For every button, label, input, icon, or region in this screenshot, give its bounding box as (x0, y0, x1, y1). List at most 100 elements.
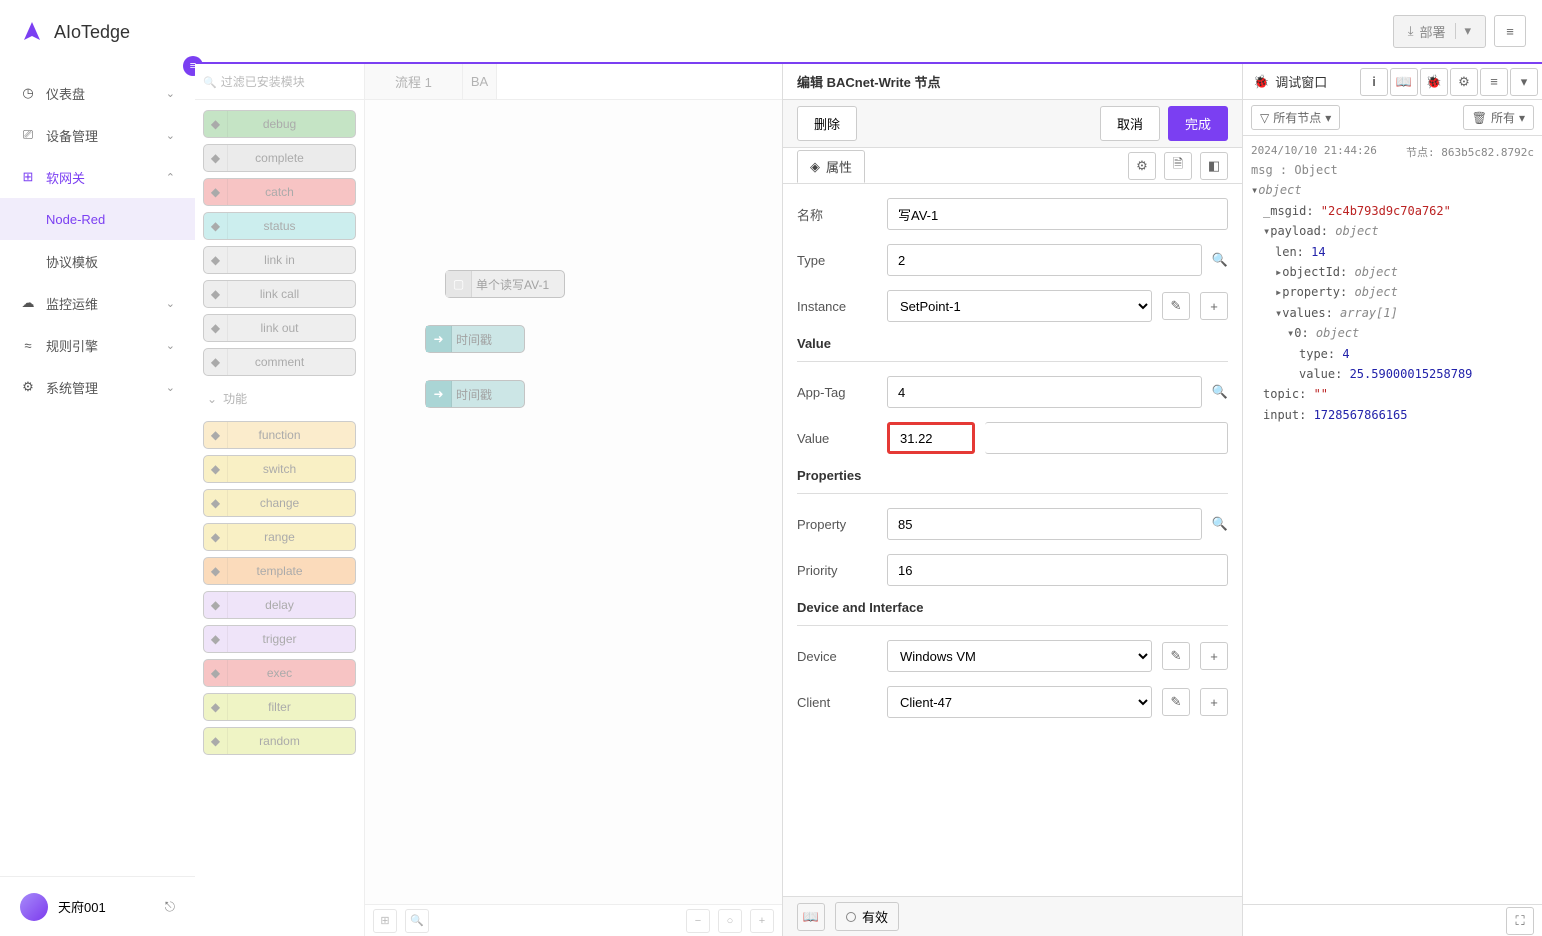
palette-node-delay[interactable]: ◆delay (203, 591, 356, 619)
node-palette: ◆debug ◆complete ◆catch ◆status ◆link in ◆lin… (195, 64, 365, 936)
palette-node-range[interactable]: ◆range (203, 523, 356, 551)
search-icon[interactable]: 🔍 (1212, 252, 1228, 268)
type-input[interactable] (887, 244, 1202, 276)
logout-icon[interactable]: ⎋ (165, 899, 175, 915)
name-input[interactable] (887, 198, 1228, 230)
flow-canvas[interactable]: ▢单个读写AV-1 ➜时间戳 ➜时间戳 (365, 100, 782, 904)
bug-icon: 🐞 (1253, 74, 1269, 90)
palette-node-status[interactable]: ◆status (203, 212, 356, 240)
delete-button[interactable]: 删除 (797, 106, 857, 141)
apptag-input[interactable] (887, 376, 1202, 408)
add-device-icon[interactable]: + (1200, 642, 1228, 670)
cancel-button[interactable]: 取消 (1100, 106, 1160, 141)
palette-node-catch[interactable]: ◆catch (203, 178, 356, 206)
nav-dashboard[interactable]: ◷仪表盘⌄ (0, 72, 195, 114)
done-button[interactable]: 完成 (1168, 106, 1228, 141)
zoom-search-icon[interactable]: 🔍 (405, 909, 429, 933)
nav-monitor[interactable]: ☁监控运维⌄ (0, 282, 195, 324)
palette-node-exec[interactable]: ◆exec (203, 659, 356, 687)
chevron-down-icon: ⌄ (166, 297, 175, 310)
palette-node-random[interactable]: ◆random (203, 727, 356, 755)
node-timestamp-2[interactable]: ➜时间戳 (425, 380, 525, 408)
palette-node-function[interactable]: ◆function (203, 421, 356, 449)
nav-gateway[interactable]: ⊞软网关⌃ (0, 156, 195, 198)
palette-node-trigger[interactable]: ◆trigger (203, 625, 356, 653)
chevron-down-icon: ⌄ (166, 339, 175, 352)
value-input-ext[interactable] (985, 422, 1228, 454)
node-timestamp-1[interactable]: ➜时间戳 (425, 325, 525, 353)
footer-doc-icon[interactable]: 📖 (797, 903, 825, 931)
search-icon[interactable]: 🔍 (1212, 384, 1228, 400)
add-instance-icon[interactable]: + (1200, 292, 1228, 320)
palette-node-comment[interactable]: ◆comment (203, 348, 356, 376)
tab-properties[interactable]: ◈属性 (797, 150, 865, 183)
zoom-out-icon[interactable]: − (686, 909, 710, 933)
enabled-toggle[interactable]: 有效 (835, 902, 899, 931)
client-select[interactable]: Client-47 (887, 686, 1152, 718)
node-read-av1[interactable]: ▢单个读写AV-1 (445, 270, 565, 298)
debug-tab[interactable]: 🐞调试窗口 (1243, 72, 1360, 91)
tab-flow1[interactable]: 流程 1 (365, 64, 463, 99)
expand-icon[interactable]: ⛶ (1506, 907, 1534, 935)
node-type-icon: ◆ (204, 315, 228, 341)
settings-icon[interactable]: ⚙ (1128, 152, 1156, 180)
node-type-icon: ◆ (204, 456, 228, 482)
monitor-icon: ☁ (20, 295, 36, 311)
nav-device[interactable]: ⎚设备管理⌄ (0, 114, 195, 156)
instance-select[interactable]: SetPoint-1 (887, 290, 1152, 322)
tab-partial[interactable]: BA (463, 64, 497, 99)
search-icon[interactable]: 🔍 (1212, 516, 1228, 532)
edit-instance-icon[interactable]: ✎ (1162, 292, 1190, 320)
rules-icon: ≈ (20, 338, 36, 353)
device-select[interactable]: Windows VM (887, 640, 1152, 672)
debug-messages: 2024/10/10 21:44:26节点: 863b5c82.8792c ms… (1243, 136, 1542, 904)
palette-node-link-in[interactable]: ◆link in (203, 246, 356, 274)
palette-node-change[interactable]: ◆change (203, 489, 356, 517)
grid-toggle-icon[interactable]: ⊞ (373, 909, 397, 933)
label-instance: Instance (797, 299, 877, 314)
context-icon[interactable]: ≡ (1480, 68, 1508, 96)
nav-nodered[interactable]: Node-Red (0, 198, 195, 240)
palette-node-debug[interactable]: ◆debug (203, 110, 356, 138)
edit-device-icon[interactable]: ✎ (1162, 642, 1190, 670)
info-icon[interactable]: i (1360, 68, 1388, 96)
nav-rules[interactable]: ≈规则引擎⌄ (0, 324, 195, 366)
dropdown-icon[interactable]: ▾ (1510, 68, 1538, 96)
palette-node-link-out[interactable]: ◆link out (203, 314, 356, 342)
doc-icon[interactable]: 🗎 (1164, 152, 1192, 180)
node-type-icon: ◆ (204, 281, 228, 307)
nav-system[interactable]: ⚙系统管理⌄ (0, 366, 195, 408)
config-icon[interactable]: ⚙ (1450, 68, 1478, 96)
deploy-button[interactable]: ⤓ 部署 ▾ (1393, 15, 1486, 48)
clear-button[interactable]: 🗑所有▾ (1463, 105, 1534, 130)
palette-node-switch[interactable]: ◆switch (203, 455, 356, 483)
debug-icon[interactable]: 🐞 (1420, 68, 1448, 96)
nav-protocol[interactable]: 协议模板 (0, 240, 195, 282)
section-properties: Properties (797, 468, 1228, 494)
appearance-icon[interactable]: ◧ (1200, 152, 1228, 180)
menu-button[interactable]: ≡ (1494, 15, 1526, 47)
node-type-icon: ◆ (204, 694, 228, 720)
palette-node-complete[interactable]: ◆complete (203, 144, 356, 172)
logo: AIoTedge (0, 0, 195, 64)
avatar[interactable] (20, 893, 48, 921)
flow-tabs: 流程 1 BA (365, 64, 782, 100)
zoom-in-icon[interactable]: + (750, 909, 774, 933)
palette-node-link-call[interactable]: ◆link call (203, 280, 356, 308)
zoom-reset-icon[interactable]: ○ (718, 909, 742, 933)
chevron-down-icon: ⌄ (166, 87, 175, 100)
filter-nodes[interactable]: ▽所有节点▾ (1251, 105, 1340, 130)
chevron-down-icon: ⌄ (166, 381, 175, 394)
edit-client-icon[interactable]: ✎ (1162, 688, 1190, 716)
add-client-icon[interactable]: + (1200, 688, 1228, 716)
palette-category-func[interactable]: ⌄ 功能 (203, 382, 356, 415)
help-icon[interactable]: 📖 (1390, 68, 1418, 96)
palette-node-filter[interactable]: ◆filter (203, 693, 356, 721)
property-input[interactable] (887, 508, 1202, 540)
tree-root[interactable]: ▾object (1251, 180, 1534, 200)
priority-input[interactable] (887, 554, 1228, 586)
palette-node-template[interactable]: ◆template (203, 557, 356, 585)
label-name: 名称 (797, 205, 877, 224)
palette-search-input[interactable] (221, 75, 356, 89)
value-input[interactable] (887, 422, 975, 454)
